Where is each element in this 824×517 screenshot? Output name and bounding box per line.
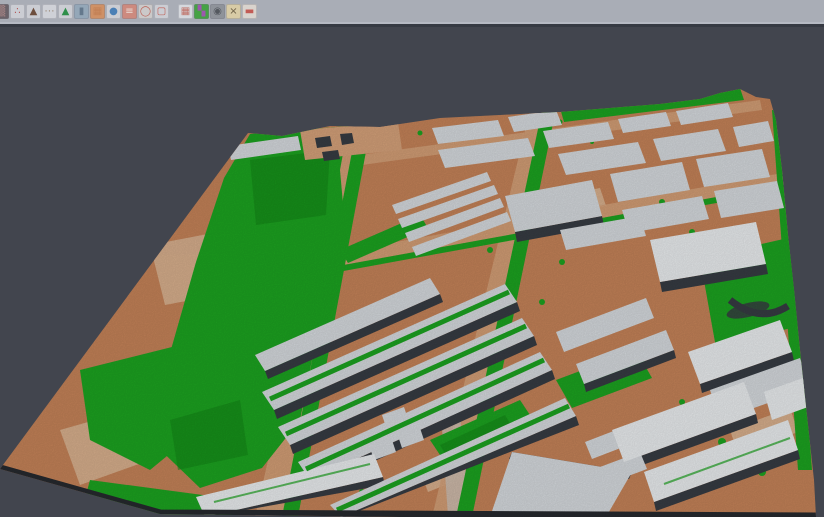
point-cloud-scene[interactable] (0, 0, 824, 517)
globe-icon[interactable]: ● (106, 4, 121, 19)
terrain-mound-icon[interactable]: ▲ (26, 4, 41, 19)
main-toolbar: ▒∴▲⋯▲▮▦●≡◯▢▦▚◉×▬ (0, 0, 824, 24)
toolbar-separator (170, 4, 177, 19)
application-window: ▒∴▲⋯▲▮▦●≡◯▢▦▚◉×▬ (0, 0, 824, 517)
checker-overlay-icon[interactable]: ▦ (178, 4, 193, 19)
sparse-points-icon[interactable]: ⋯ (42, 4, 57, 19)
elevation-ramp-icon[interactable]: ≡ (122, 4, 137, 19)
point-cloud-icon[interactable]: ▒ (0, 4, 9, 19)
class-edit-icon[interactable]: × (226, 4, 241, 19)
profile-column-icon[interactable]: ▮ (74, 4, 89, 19)
ortho-tile-icon[interactable]: ▦ (90, 4, 105, 19)
target-circle-icon[interactable]: ◯ (138, 4, 153, 19)
camera-lens-icon[interactable]: ◉ (210, 4, 225, 19)
scatter-classes-icon[interactable]: ∴ (10, 4, 25, 19)
selection-corners-icon[interactable]: ▢ (154, 4, 169, 19)
toolbar-divider (0, 24, 824, 27)
green-hill-icon[interactable]: ▲ (58, 4, 73, 19)
eraser-icon[interactable]: ▬ (242, 4, 257, 19)
classification-palette-icon[interactable]: ▚ (194, 4, 209, 19)
